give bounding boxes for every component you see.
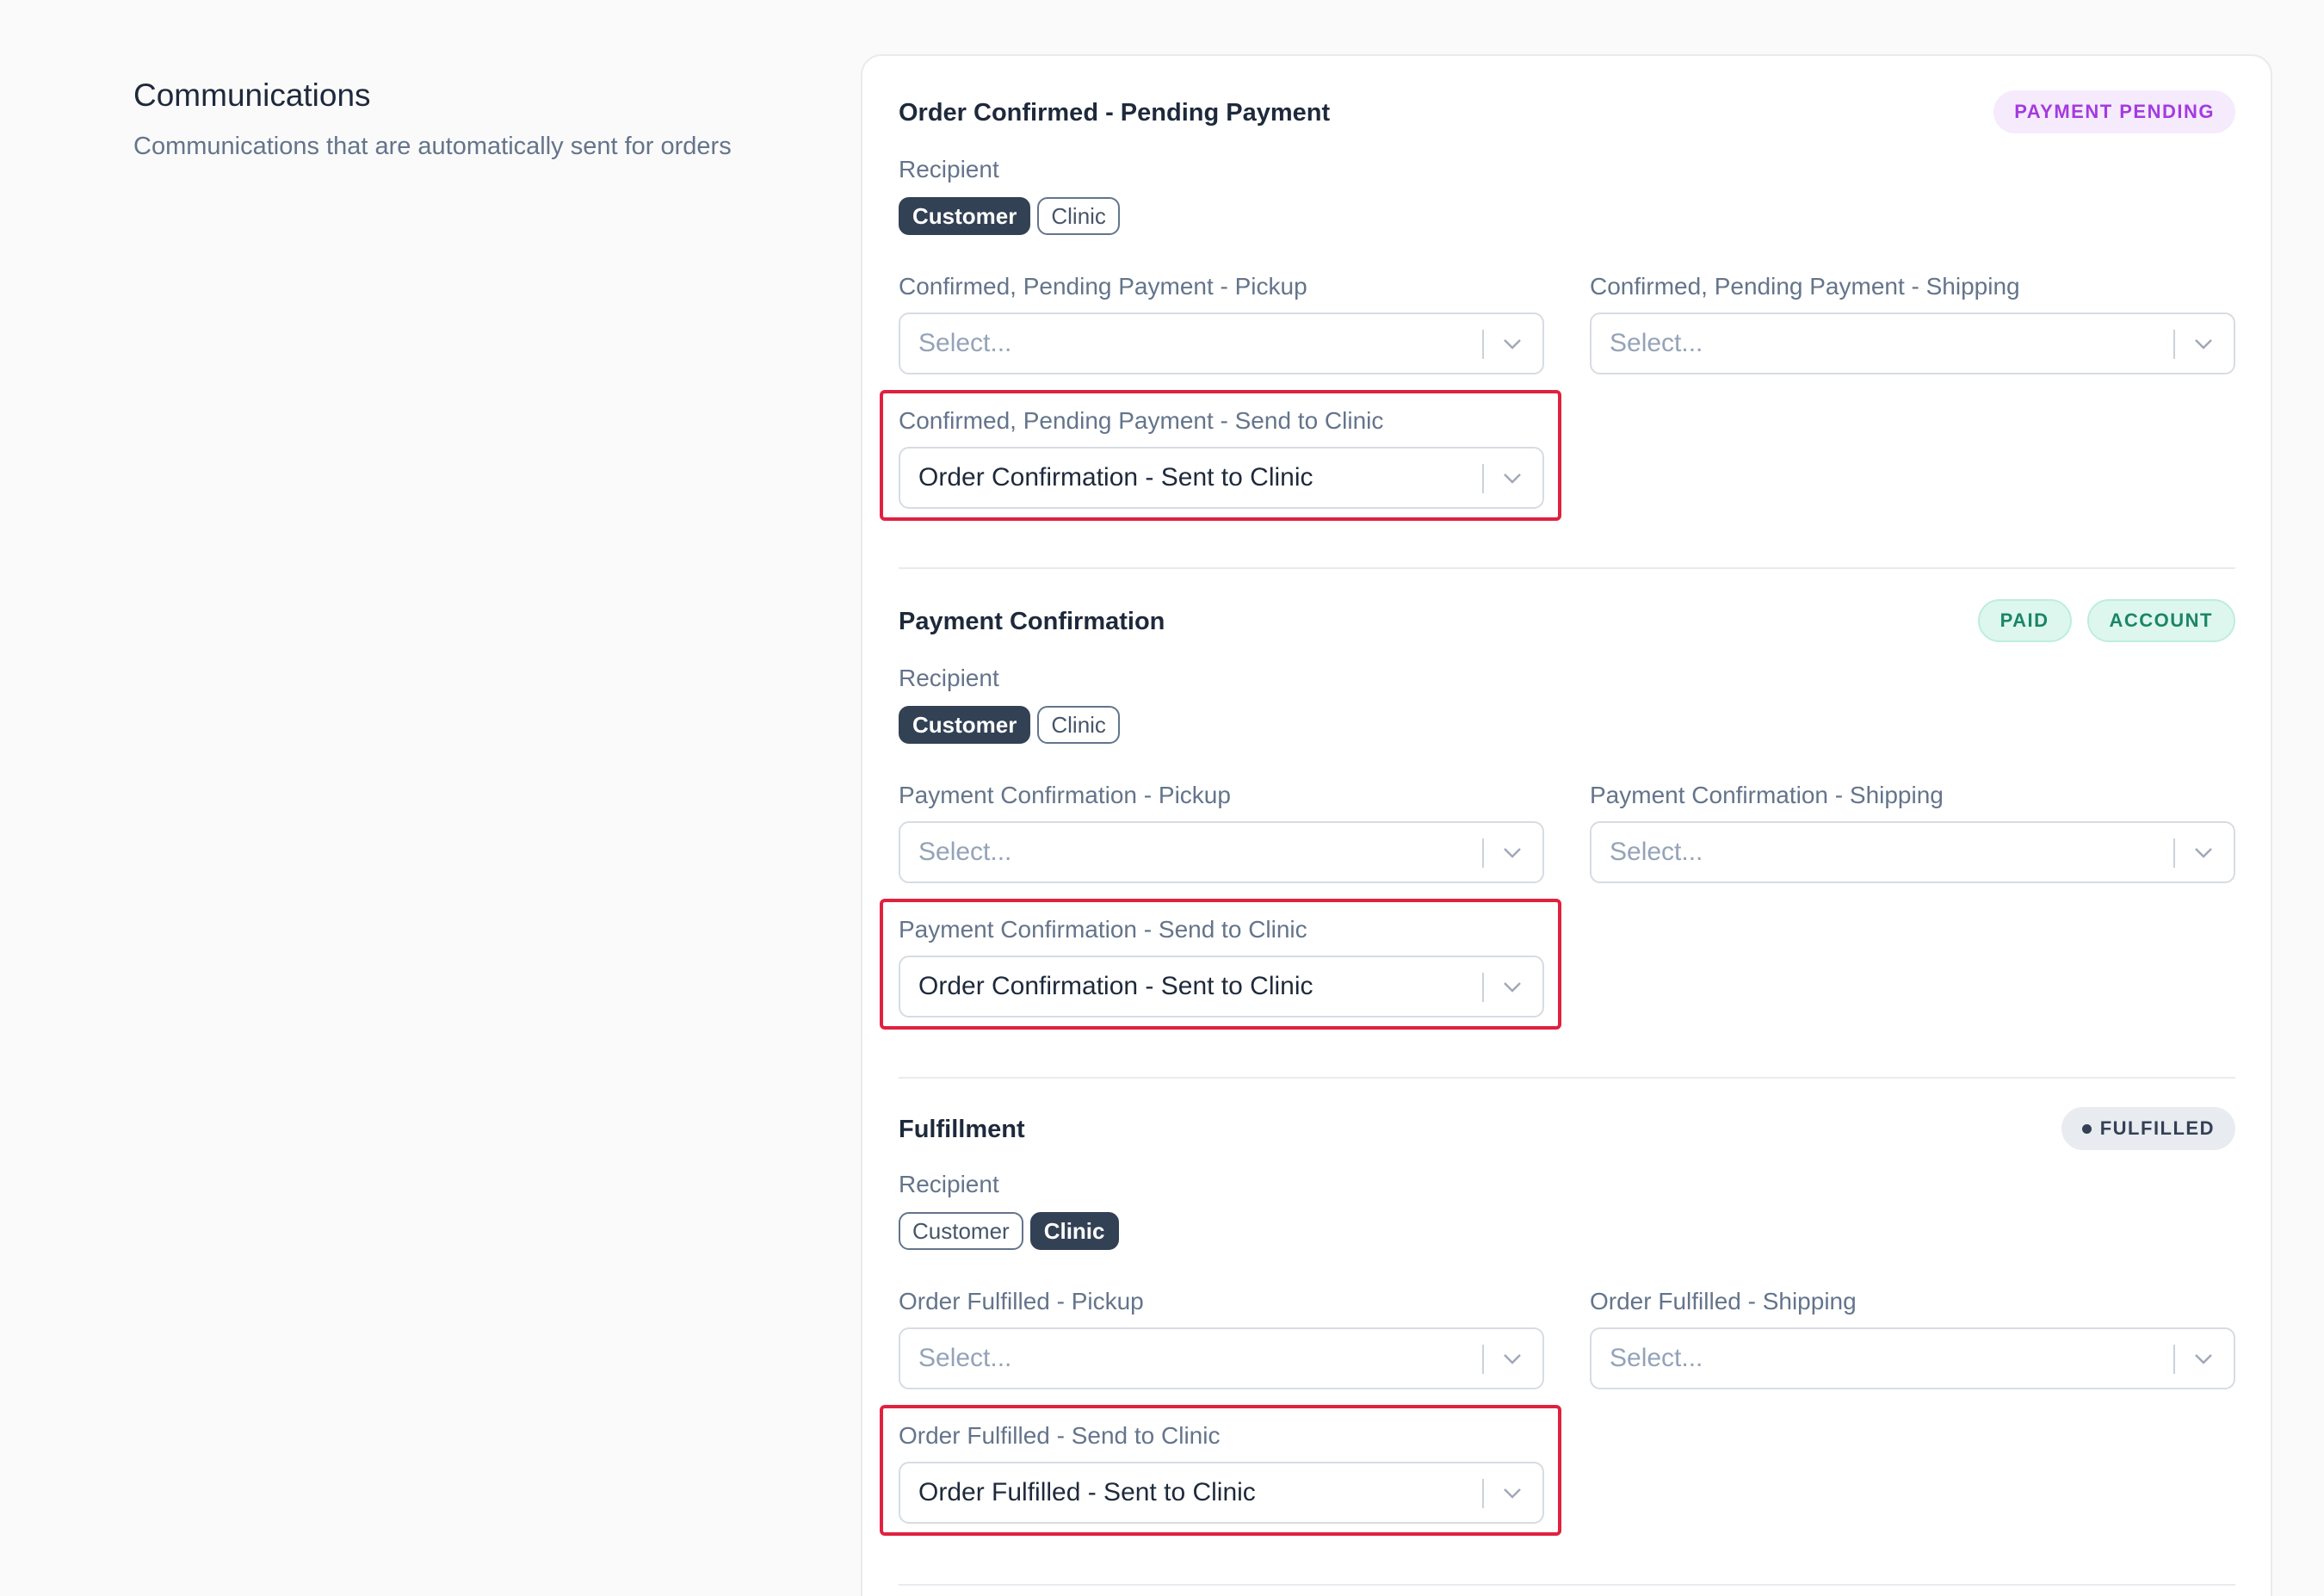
field-label: Confirmed, Pending Payment - Shipping: [1590, 273, 2020, 300]
recipient-customer-pill[interactable]: Customer: [899, 1212, 1023, 1250]
recipient-customer-pill[interactable]: Customer: [899, 197, 1031, 235]
section-divider: [899, 1077, 2235, 1079]
section-header: Fulfillment FULFILLED: [899, 1107, 2235, 1152]
page-title: Communications: [133, 77, 371, 113]
recipient-label: Recipient: [899, 1171, 999, 1197]
chevron-down-icon[interactable]: [1501, 1484, 1524, 1501]
status-badges: PAID ACCOUNT: [1977, 599, 2235, 642]
recipient-toggle: Customer Clinic: [899, 1212, 1119, 1250]
chevron-down-icon[interactable]: [1501, 978, 1524, 995]
intro-panel: Communications Communications that are a…: [133, 74, 822, 164]
status-badge-paid: PAID: [1977, 599, 2072, 642]
section-title: Fulfillment: [899, 1116, 1025, 1143]
recipient-clinic-pill[interactable]: Clinic: [1037, 197, 1120, 235]
field-send-to-clinic: Confirmed, Pending Payment - Send to Cli…: [899, 404, 1544, 509]
shipping-select[interactable]: Select...: [1590, 1327, 2235, 1389]
select-value: Order Confirmation - Sent to Clinic: [918, 972, 1313, 1000]
section-payment-confirmation: Payment Confirmation PAID ACCOUNT Recipi…: [880, 599, 2235, 1030]
select-value: Select...: [1610, 329, 1703, 357]
field-label: Order Fulfilled - Send to Clinic: [899, 1422, 1221, 1449]
field-shipping: Confirmed, Pending Payment - Shipping Se…: [1590, 269, 2235, 374]
field-label: Confirmed, Pending Payment - Pickup: [899, 273, 1307, 300]
select-value: Select...: [918, 329, 1012, 357]
field-pickup: Order Fulfilled - Pickup Select...: [899, 1284, 1544, 1389]
status-badges: FULFILLED: [2061, 1107, 2235, 1150]
select-separator: [2173, 1345, 2175, 1374]
select-value: Order Fulfilled - Sent to Clinic: [918, 1478, 1256, 1506]
field-label: Order Fulfilled - Shipping: [1590, 1288, 1857, 1315]
chevron-down-icon[interactable]: [1501, 335, 1524, 352]
select-separator: [1482, 1345, 1484, 1374]
section-title: Order Confirmed - Pending Payment: [899, 99, 1331, 127]
field-send-to-clinic: Payment Confirmation - Send to Clinic Or…: [899, 912, 1544, 1018]
field-label: Payment Confirmation - Send to Clinic: [899, 916, 1307, 943]
section-order-confirmed: Order Confirmed - Pending Payment PAYMEN…: [880, 90, 2235, 521]
send-to-clinic-select[interactable]: Order Fulfilled - Sent to Clinic: [899, 1462, 1544, 1524]
field-label: Confirmed, Pending Payment - Send to Cli…: [899, 407, 1384, 434]
send-to-clinic-select[interactable]: Order Confirmation - Sent to Clinic: [899, 956, 1544, 1018]
recipient-toggle: Customer Clinic: [899, 706, 1120, 744]
field-pickup: Payment Confirmation - Pickup Select...: [899, 778, 1544, 883]
communications-card: Order Confirmed - Pending Payment PAYMEN…: [861, 54, 2272, 1596]
section-header: Order Confirmed - Pending Payment PAYMEN…: [899, 90, 2235, 135]
field-label: Payment Confirmation - Pickup: [899, 782, 1231, 808]
dot-icon: [2081, 1123, 2092, 1134]
section-header: Payment Confirmation PAID ACCOUNT: [899, 599, 2235, 644]
select-separator: [2173, 330, 2175, 359]
field-pickup: Confirmed, Pending Payment - Pickup Sele…: [899, 269, 1544, 374]
select-separator: [1482, 1479, 1484, 1508]
chevron-down-icon[interactable]: [1501, 469, 1524, 486]
select-value: Select...: [918, 1344, 1012, 1372]
select-value: Order Confirmation - Sent to Clinic: [918, 463, 1313, 492]
select-value: Select...: [1610, 838, 1703, 866]
status-badges: PAYMENT PENDING: [1993, 90, 2235, 133]
select-separator: [1482, 973, 1484, 1002]
field-shipping: Payment Confirmation - Shipping Select..…: [1590, 778, 2235, 883]
page: Communications Communications that are a…: [0, 0, 2324, 1596]
chevron-down-icon[interactable]: [1501, 1350, 1524, 1367]
section-fulfillment: Fulfillment FULFILLED Recipient Customer…: [880, 1107, 2235, 1536]
field-send-to-clinic: Order Fulfilled - Send to Clinic Order F…: [899, 1419, 1544, 1524]
page-description: Communications that are automatically se…: [133, 133, 732, 160]
recipient-label: Recipient: [899, 665, 999, 691]
recipient-toggle: Customer Clinic: [899, 197, 1120, 235]
field-label: Payment Confirmation - Shipping: [1590, 782, 1944, 808]
select-separator: [1482, 330, 1484, 359]
chevron-down-icon[interactable]: [2192, 335, 2215, 352]
shipping-select[interactable]: Select...: [1590, 312, 2235, 374]
section-title: Payment Confirmation: [899, 608, 1165, 635]
section-divider: [899, 1584, 2235, 1586]
pickup-select[interactable]: Select...: [899, 821, 1544, 883]
status-badge-payment-pending: PAYMENT PENDING: [1993, 90, 2235, 133]
select-separator: [1482, 838, 1484, 868]
status-badge-account: ACCOUNT: [2086, 599, 2235, 642]
send-to-clinic-select[interactable]: Order Confirmation - Sent to Clinic: [899, 447, 1544, 509]
field-label: Order Fulfilled - Pickup: [899, 1288, 1144, 1315]
recipient-clinic-pill[interactable]: Clinic: [1029, 1212, 1119, 1250]
shipping-select[interactable]: Select...: [1590, 821, 2235, 883]
chevron-down-icon[interactable]: [2192, 844, 2215, 861]
pickup-select[interactable]: Select...: [899, 312, 1544, 374]
recipient-label: Recipient: [899, 156, 999, 182]
recipient-clinic-pill[interactable]: Clinic: [1037, 706, 1120, 744]
select-value: Select...: [918, 838, 1012, 866]
chevron-down-icon[interactable]: [1501, 844, 1524, 861]
chevron-down-icon[interactable]: [2192, 1350, 2215, 1367]
select-separator: [2173, 838, 2175, 868]
select-value: Select...: [1610, 1344, 1703, 1372]
pickup-select[interactable]: Select...: [899, 1327, 1544, 1389]
status-badge-label: FULFILLED: [2099, 1117, 2215, 1139]
status-badge-fulfilled: FULFILLED: [2061, 1107, 2235, 1150]
field-shipping: Order Fulfilled - Shipping Select...: [1590, 1284, 2235, 1389]
recipient-customer-pill[interactable]: Customer: [899, 706, 1031, 744]
section-divider: [899, 567, 2235, 569]
select-separator: [1482, 464, 1484, 493]
